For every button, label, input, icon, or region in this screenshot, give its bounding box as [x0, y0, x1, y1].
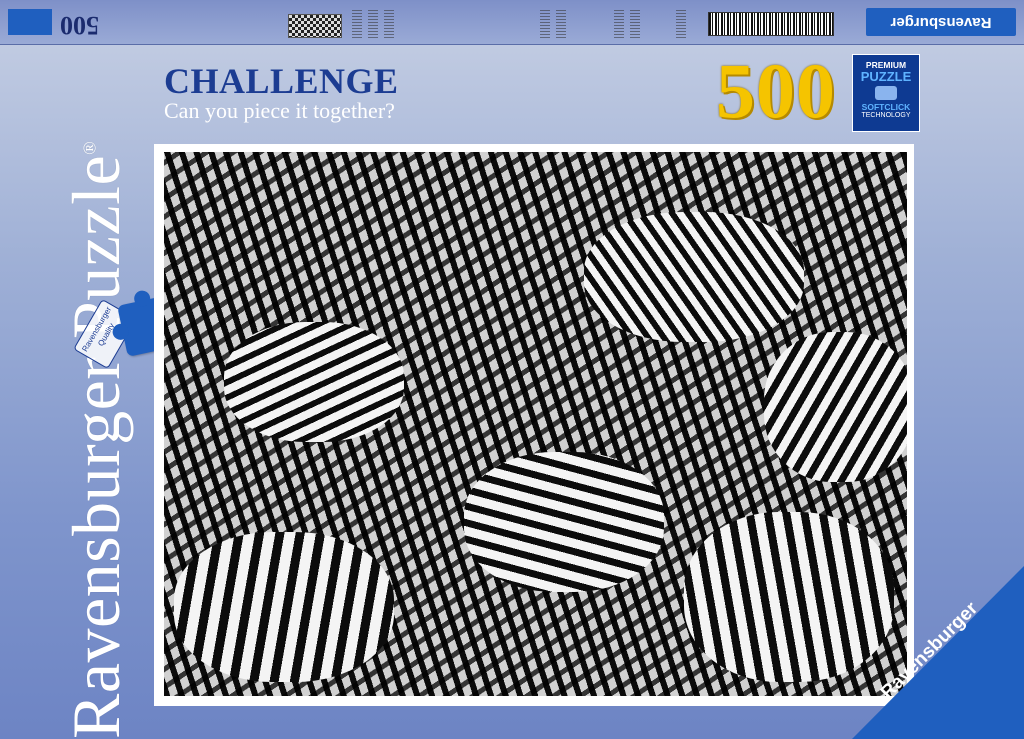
registered-mark: ®	[79, 140, 100, 155]
zebra-body	[174, 532, 394, 682]
barcode	[708, 12, 834, 36]
lid-logo	[8, 9, 52, 35]
page-title: CHALLENGE	[164, 61, 399, 101]
vertical-title-text: Ravensburger Puzzle	[58, 154, 134, 739]
qr-code	[288, 14, 342, 38]
puzzle-piece-icon	[875, 86, 897, 100]
zebra-body	[464, 452, 664, 592]
box-lid-edge: 500 Ravensburger	[0, 0, 1024, 45]
badge-line2: PUZZLE	[860, 69, 912, 84]
fine-print	[614, 10, 624, 38]
fine-print	[630, 10, 640, 38]
premium-puzzle-badge: PREMIUM PUZZLE SOFTCLICK TECHNOLOGY	[852, 54, 920, 132]
fine-print	[556, 10, 566, 38]
lid-piece-count: 500	[60, 11, 99, 40]
fine-print	[352, 10, 362, 38]
fine-print	[368, 10, 378, 38]
fine-print	[384, 10, 394, 38]
badge-line4: TECHNOLOGY	[861, 112, 911, 119]
zebra-body	[764, 332, 907, 482]
zebra-body	[584, 212, 804, 342]
fine-print	[676, 10, 686, 38]
fine-print	[540, 10, 550, 38]
lid-brand-label: Ravensburger	[866, 8, 1016, 36]
badge-line3: SOFTCLICK	[861, 102, 911, 112]
page-subtitle: Can you piece it together?	[164, 98, 395, 123]
vertical-brand-title: Ravensburger Puzzle®	[58, 140, 134, 739]
zebra-herd-photo	[164, 152, 907, 696]
piece-count: 500	[716, 47, 836, 134]
zebra-body	[224, 322, 404, 442]
